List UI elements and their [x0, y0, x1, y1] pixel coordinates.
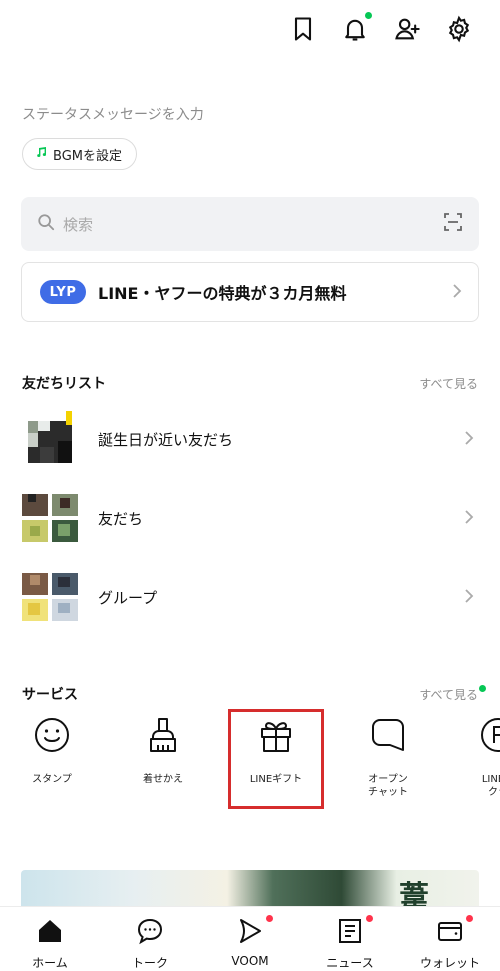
- chevron-right-icon: [462, 430, 476, 449]
- brush-icon: [143, 715, 183, 759]
- points-icon: [478, 715, 500, 759]
- nav-label: ウォレット: [419, 956, 480, 970]
- nav-label: VOOM: [231, 954, 269, 968]
- bookmark-icon[interactable]: [288, 14, 318, 44]
- nav-news[interactable]: ニュース: [300, 907, 400, 971]
- friend-row-groups[interactable]: グループ: [22, 567, 478, 627]
- search-bar[interactable]: 検索: [21, 197, 479, 251]
- friend-row-label: 誕生日が近い友だち: [98, 430, 234, 449]
- service-label: スタンプ: [32, 774, 72, 785]
- service-line-points[interactable]: LINEポ クラ: [452, 715, 500, 799]
- highlight-box: [228, 709, 324, 809]
- service-label: オープン チャット: [368, 774, 408, 798]
- services-see-all-label: すべて見る: [419, 688, 478, 702]
- services-section-title: サービス: [22, 687, 78, 703]
- wallet-badge-dot: [466, 915, 473, 922]
- friends-see-all-link[interactable]: すべて見る: [419, 375, 478, 392]
- friend-row-friends[interactable]: 友だち: [22, 488, 478, 548]
- services-see-all-link[interactable]: すべて見る: [419, 686, 478, 703]
- line-home-screen: ステータスメッセージを入力 BGMを設定 検索 LYP LINE・ヤフーの特典が…: [0, 0, 500, 971]
- nav-label: トーク: [131, 956, 168, 970]
- avatar: [22, 569, 78, 625]
- nav-voom[interactable]: VOOM: [200, 907, 300, 971]
- lyp-promo-banner[interactable]: LYP LINE・ヤフーの特典が３カ月無料: [21, 262, 479, 322]
- voom-icon: [236, 917, 264, 949]
- smiley-icon: [32, 715, 72, 759]
- chevron-right-icon: [462, 509, 476, 528]
- avatar: [22, 409, 78, 467]
- qr-scan-icon[interactable]: [443, 212, 463, 236]
- bell-icon[interactable]: [340, 12, 372, 44]
- nav-home[interactable]: ホーム: [0, 907, 100, 971]
- talk-icon: [136, 917, 164, 949]
- service-stamp[interactable]: スタンプ: [6, 715, 98, 786]
- services-new-dot: [479, 685, 486, 692]
- nav-label: ホーム: [32, 956, 68, 970]
- header-icons: [288, 12, 474, 44]
- avatar: [22, 490, 78, 546]
- service-label: LINEポ クラ: [481, 774, 500, 798]
- status-message-input[interactable]: ステータスメッセージを入力: [22, 104, 204, 124]
- nav-label: ニュース: [326, 956, 374, 970]
- bgm-button[interactable]: BGMを設定: [22, 138, 137, 170]
- friends-section-title: 友だちリスト: [22, 376, 106, 392]
- friend-row-birthday[interactable]: 誕生日が近い友だち: [22, 409, 478, 469]
- voom-badge-dot: [266, 915, 273, 922]
- chevron-right-icon: [450, 283, 464, 302]
- banner-text: LINE・ヤフーの特典が３カ月無料: [98, 284, 347, 303]
- search-placeholder: 検索: [63, 215, 94, 234]
- home-icon: [36, 917, 64, 949]
- nav-wallet[interactable]: ウォレット: [400, 907, 500, 971]
- service-label: 着せかえ: [143, 774, 183, 785]
- news-badge-dot: [366, 915, 373, 922]
- news-icon: [336, 917, 364, 949]
- friend-row-label: 友だち: [98, 509, 144, 528]
- chat-bubble-icon: [368, 715, 408, 759]
- nav-talk[interactable]: トーク: [100, 907, 200, 971]
- music-note-icon: [35, 146, 47, 162]
- add-friend-icon[interactable]: [392, 14, 422, 44]
- bgm-label: BGMを設定: [53, 148, 122, 164]
- lyp-logo: LYP: [40, 280, 86, 304]
- service-open-chat[interactable]: オープン チャット: [342, 715, 434, 799]
- bottom-nav: ホーム トーク VOOM ニュース ウォレット: [0, 906, 500, 971]
- search-icon: [37, 213, 55, 235]
- notification-dot: [365, 12, 372, 19]
- settings-icon[interactable]: [444, 14, 474, 44]
- friend-row-label: グループ: [98, 588, 158, 607]
- wallet-icon: [436, 917, 464, 949]
- service-theme[interactable]: 着せかえ: [117, 715, 209, 786]
- chevron-right-icon: [462, 588, 476, 607]
